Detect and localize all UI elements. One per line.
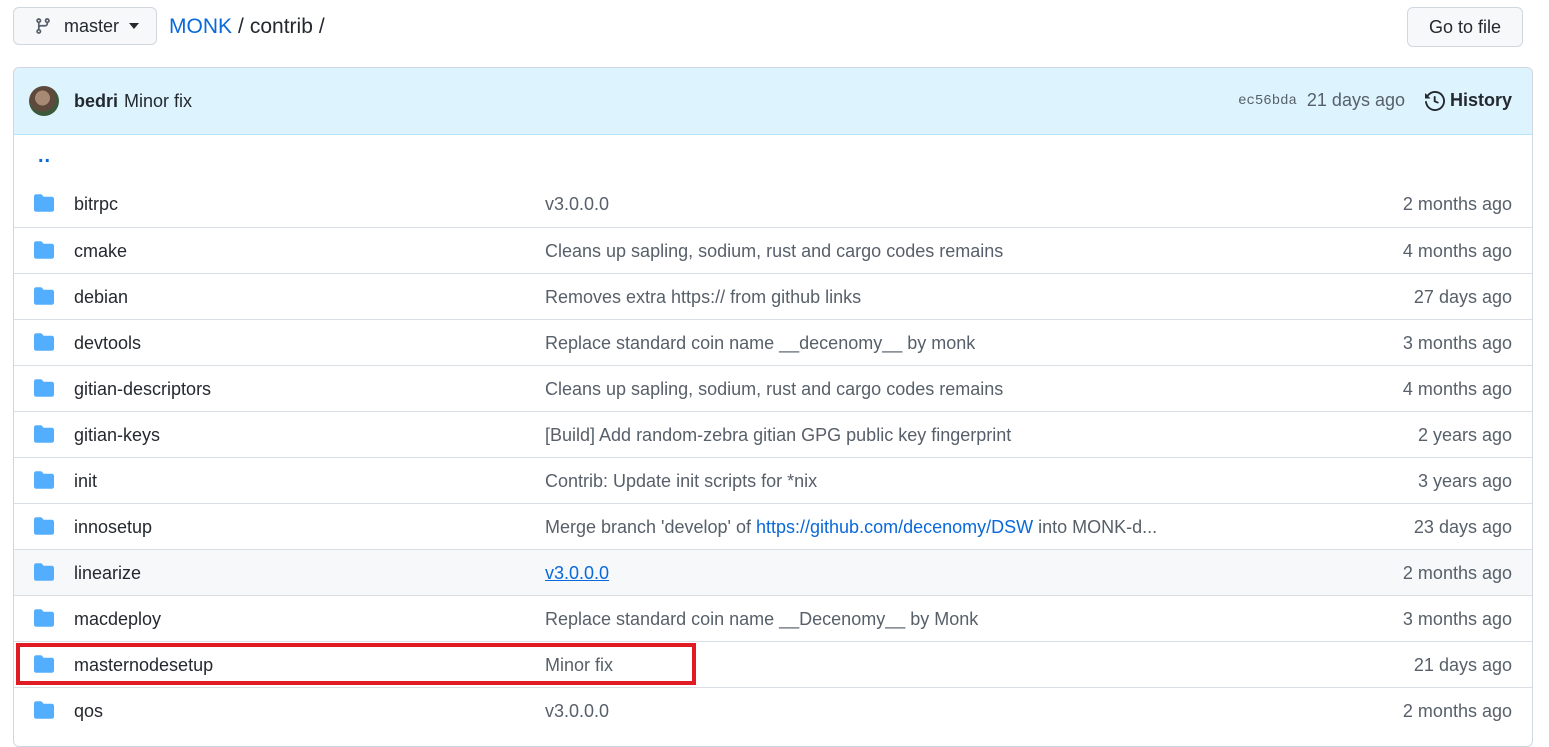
- commit-meta: ec56bda 21 days ago History: [1238, 90, 1512, 111]
- parent-directory-row[interactable]: ..: [14, 135, 1532, 181]
- go-to-file-button[interactable]: Go to file: [1407, 7, 1523, 47]
- breadcrumb-repo-link[interactable]: MONK: [169, 15, 232, 38]
- commit-age: 3 months ago: [1402, 333, 1512, 353]
- commit-message-link[interactable]: v3.0.0.0: [545, 563, 609, 583]
- file-name-link[interactable]: bitrpc: [74, 194, 118, 215]
- commit-age: 3 months ago: [1402, 609, 1512, 629]
- file-row[interactable]: cmake Cleans up sapling, sodium, rust and…: [14, 227, 1532, 273]
- file-name-link[interactable]: devtools: [74, 333, 141, 354]
- file-row[interactable]: linearize v3.0.0.0 2 months ago: [14, 549, 1532, 595]
- file-row[interactable]: masternodesetup Minor fix 21 days ago: [14, 641, 1532, 687]
- folder-icon: [34, 609, 54, 627]
- file-browser: bedri Minor fix ec56bda 21 days ago Histo…: [13, 67, 1533, 747]
- folder-icon: [34, 471, 54, 489]
- file-row[interactable]: qos v3.0.0.0 2 months ago: [14, 687, 1532, 733]
- file-row[interactable]: debian Removes extra https:// from github…: [14, 273, 1532, 319]
- parent-directory-link[interactable]: ..: [38, 145, 51, 168]
- folder-icon: [34, 379, 54, 397]
- commit-author-link[interactable]: bedri: [74, 91, 118, 111]
- commit-age: 2 months ago: [1402, 194, 1512, 214]
- commit-age: 23 days ago: [1413, 517, 1512, 537]
- commit-message[interactable]: [Build] Add random-zebra gitian GPG publ…: [545, 425, 1011, 446]
- commit-message[interactable]: Replace standard coin name __Decenomy__ …: [545, 609, 978, 630]
- avatar[interactable]: [29, 86, 59, 116]
- folder-icon: [34, 241, 54, 259]
- history-link[interactable]: History: [1424, 90, 1512, 111]
- breadcrumb: MONK / contrib /: [169, 15, 331, 39]
- commit-message[interactable]: Replace standard coin name __decenomy__ …: [545, 333, 975, 354]
- commit-message[interactable]: Minor fix: [545, 655, 613, 676]
- file-name-link[interactable]: innosetup: [74, 517, 152, 538]
- file-name-link[interactable]: init: [74, 471, 97, 492]
- file-name-link[interactable]: cmake: [74, 241, 127, 262]
- commit-message-text: into MONK-d...: [1033, 517, 1158, 537]
- commit-message[interactable]: Cleans up sapling, sodium, rust and carg…: [545, 379, 1003, 400]
- file-row[interactable]: macdeploy Replace standard coin name __De…: [14, 595, 1532, 641]
- commit-age: 2 years ago: [1417, 425, 1512, 445]
- file-row[interactable]: innosetup Merge branch 'develop' of https…: [14, 503, 1532, 549]
- commit-age: 3 years ago: [1417, 471, 1512, 491]
- file-row[interactable]: gitian-descriptors Cleans up sapling, sod…: [14, 365, 1532, 411]
- file-row[interactable]: gitian-keys [Build] Add random-zebra giti…: [14, 411, 1532, 457]
- commit-age: 27 days ago: [1413, 287, 1512, 307]
- breadcrumb-current-dir: contrib: [249, 15, 313, 38]
- commit-age: 21 days ago: [1413, 655, 1512, 675]
- file-name-link[interactable]: masternodesetup: [74, 655, 213, 676]
- history-label: History: [1449, 90, 1512, 110]
- file-name-link[interactable]: gitian-keys: [74, 425, 160, 446]
- breadcrumb-separator: /: [318, 15, 325, 38]
- file-row[interactable]: devtools Replace standard coin name __dec…: [14, 319, 1532, 365]
- folder-icon: [34, 517, 54, 535]
- file-name-link[interactable]: macdeploy: [74, 609, 161, 630]
- latest-commit-bar: bedri Minor fix ec56bda 21 days ago Histo…: [14, 68, 1532, 135]
- commit-message[interactable]: v3.0.0.0: [545, 563, 609, 584]
- commit-message-link[interactable]: Minor fix: [124, 91, 192, 111]
- folder-icon: [34, 333, 54, 351]
- folder-icon: [34, 655, 54, 673]
- file-name-link[interactable]: gitian-descriptors: [74, 379, 211, 400]
- folder-icon: [34, 563, 54, 581]
- latest-commit-message: bedri Minor fix: [74, 91, 192, 112]
- folder-icon: [34, 425, 54, 443]
- commit-age: 21 days ago: [1306, 90, 1405, 110]
- commit-message[interactable]: Contrib: Update init scripts for *nix: [545, 471, 817, 492]
- file-list: .. bitrpc v3.0.0.0 2 months ago cmake Cleans…: [14, 135, 1532, 733]
- file-row[interactable]: init Contrib: Update init scripts for *ni…: [14, 457, 1532, 503]
- folder-icon: [34, 194, 54, 212]
- caret-down-icon: [129, 23, 140, 29]
- folder-icon: [34, 701, 54, 719]
- commit-message[interactable]: Removes extra https:// from github links: [545, 287, 861, 308]
- commit-age: 2 months ago: [1402, 701, 1512, 721]
- commit-age: 4 months ago: [1402, 379, 1512, 399]
- file-name-link[interactable]: linearize: [74, 563, 141, 584]
- branch-selector-button[interactable]: master: [13, 7, 157, 45]
- file-row[interactable]: bitrpc v3.0.0.0 2 months ago: [14, 181, 1532, 227]
- commit-message[interactable]: Cleans up sapling, sodium, rust and carg…: [545, 241, 1003, 262]
- commit-age: 4 months ago: [1402, 241, 1512, 261]
- file-name-link[interactable]: debian: [74, 287, 128, 308]
- commit-age: 2 months ago: [1402, 563, 1512, 583]
- commit-message[interactable]: v3.0.0.0: [545, 701, 609, 722]
- commit-sha-link[interactable]: ec56bda: [1238, 93, 1297, 109]
- commit-message-url-link[interactable]: https://github.com/decenomy/DSW: [756, 517, 1033, 537]
- breadcrumb-separator: /: [238, 15, 244, 38]
- commit-message[interactable]: v3.0.0.0: [545, 194, 609, 215]
- git-branch-icon: [34, 17, 52, 35]
- folder-icon: [34, 287, 54, 305]
- file-name-link[interactable]: qos: [74, 701, 103, 722]
- history-icon: [1424, 90, 1445, 111]
- repo-toolbar: master MONK / contrib / Go to file: [13, 7, 1523, 47]
- commit-message[interactable]: Merge branch 'develop' of https://github…: [545, 517, 1157, 538]
- commit-message-text: Merge branch 'develop' of: [545, 517, 756, 537]
- branch-name: master: [64, 15, 120, 36]
